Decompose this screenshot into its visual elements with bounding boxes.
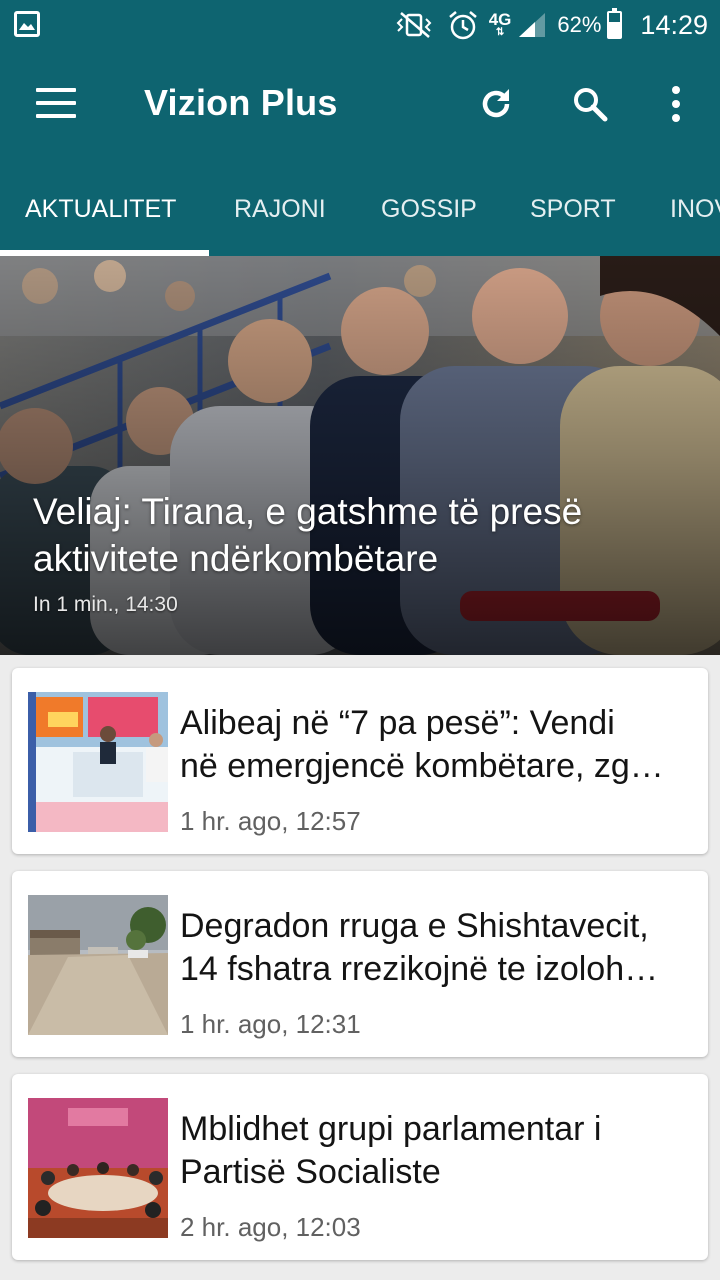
featured-article[interactable]: Veliaj: Tirana, e gatshme të presë aktiv… <box>0 256 720 655</box>
article-card[interactable]: Mblidhet grupi parlamentar i Partisë Soc… <box>12 1074 708 1260</box>
article-card[interactable]: Alibeaj në “7 pa pesë”: Vendi në emergje… <box>12 668 708 854</box>
tab-inov[interactable]: INOV <box>670 160 720 256</box>
article-time: 2 hr. ago, 12:03 <box>180 1212 361 1242</box>
network-type: 4G ⇅ <box>488 10 512 38</box>
article-time: 1 hr. ago, 12:31 <box>180 1009 361 1039</box>
tab-rajoni[interactable]: RAJONI <box>234 160 326 256</box>
tab-gossip[interactable]: GOSSIP <box>381 160 477 256</box>
article-thumbnail <box>28 895 168 1035</box>
article-time: 1 hr. ago, 12:57 <box>180 806 361 836</box>
article-thumbnail <box>28 692 168 832</box>
article-thumbnail <box>28 1098 168 1238</box>
article-card[interactable]: Degradon rruga e Shishtavecit, 14 fshatr… <box>12 871 708 1057</box>
alarm-icon <box>447 9 479 41</box>
tab-aktualitet[interactable]: AKTUALITET <box>25 160 176 256</box>
more-vert-icon[interactable] <box>652 80 700 128</box>
article-title: Alibeaj në “7 pa pesë”: Vendi në emergje… <box>180 704 664 785</box>
battery-percent: 62% <box>557 12 602 37</box>
signal-icon <box>517 11 547 39</box>
status-bar: 4G ⇅ 62% 14:29 <box>0 0 720 50</box>
featured-article-time: In 1 min., 14:30 <box>33 593 178 616</box>
category-tabs: AKTUALITET RAJONI GOSSIP SPORT INOV <box>0 160 720 256</box>
vibrate-mute-icon <box>393 11 437 39</box>
status-time: 14:29 <box>640 9 708 40</box>
search-icon[interactable] <box>566 80 614 128</box>
app-toolbar: Vizion Plus <box>0 50 720 160</box>
article-title: Mblidhet grupi parlamentar i Partisë Soc… <box>180 1110 602 1191</box>
battery-icon <box>607 8 623 39</box>
article-title: Degradon rruga e Shishtavecit, 14 fshatr… <box>180 907 659 988</box>
app-screen: 4G ⇅ 62% 14:29 Vizion Plus AKTUALITET RA… <box>0 0 720 1280</box>
tab-sport[interactable]: SPORT <box>530 160 616 256</box>
menu-icon[interactable] <box>36 88 76 118</box>
refresh-icon[interactable] <box>472 80 520 128</box>
featured-article-title: Veliaj: Tirana, e gatshme të presë aktiv… <box>33 491 583 579</box>
app-title: Vizion Plus <box>144 82 338 123</box>
gallery-notification-icon <box>14 11 40 37</box>
